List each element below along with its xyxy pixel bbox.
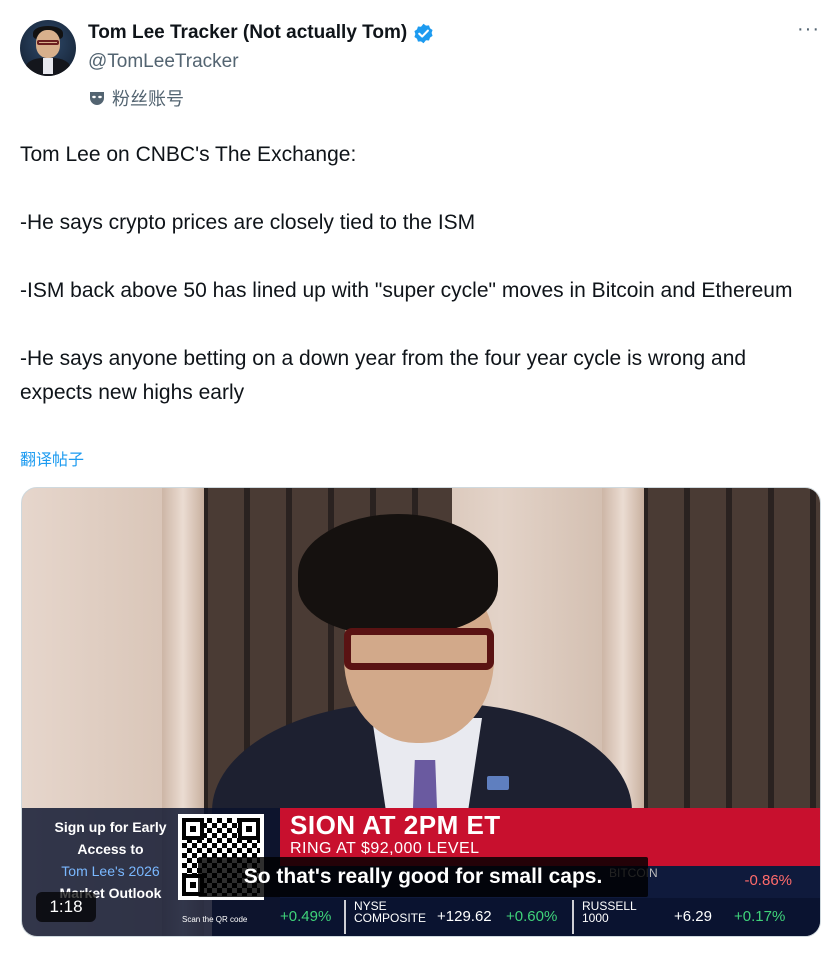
news-headline: SION AT 2PM ET: [290, 810, 501, 840]
display-name[interactable]: Tom Lee Tracker (Not actually Tom): [88, 22, 407, 44]
ticker-value-russell: +6.29: [674, 908, 712, 925]
person-hair: [298, 514, 498, 634]
lapel-pin: [487, 776, 509, 790]
news-subhead: RING AT $92,000 LEVEL: [290, 840, 480, 857]
person-glasses: [344, 628, 494, 670]
ticker-change-russell: +0.17%: [734, 908, 786, 925]
video-caption: So that's really good for small caps.: [198, 857, 648, 897]
more-options-button[interactable]: ···: [797, 18, 820, 41]
background-window: [642, 488, 820, 818]
ticker-change: +0.49%: [280, 908, 332, 925]
avatar[interactable]: [20, 20, 76, 76]
video-player[interactable]: Sign up for Early Access to Tom Lee's 20…: [21, 487, 821, 937]
fan-label-text: 粉丝账号: [112, 89, 184, 109]
promo-line: Sign up for Early Access to: [54, 819, 167, 857]
name-row: Tom Lee Tracker (Not actually Tom): [88, 22, 434, 44]
handle[interactable]: @TomLeeTracker: [88, 51, 239, 73]
mask-icon: [90, 92, 104, 105]
tweet-header: Tom Lee Tracker (Not actually Tom) @TomL…: [20, 18, 820, 113]
promo-text: Sign up for Early Access to Tom Lee's 20…: [38, 816, 183, 904]
ticker-change-nyse: +0.60%: [506, 908, 558, 925]
tweet-line: -He says crypto prices are closely tied …: [20, 211, 476, 234]
ticker-separator: [344, 900, 346, 934]
ticker-label-nyse: NYSE COMPOSITE: [354, 899, 427, 925]
tweet-line: -ISM back above 50 has lined up with "su…: [20, 279, 793, 302]
tweet-body: Tom Lee on CNBC's The Exchange: -He says…: [20, 138, 820, 410]
ticker-label-russell: RUSSELL 1000: [582, 899, 637, 925]
ticker-value-nyse: +129.62: [437, 908, 492, 925]
qr-caption: Scan the QR code: [182, 915, 248, 924]
promo-line: Tom Lee's 2026: [61, 863, 160, 879]
ticker-separator: [572, 900, 574, 934]
translate-post-link[interactable]: 翻译帖子: [20, 446, 84, 470]
tweet-line: -He says anyone betting on a down year f…: [20, 347, 747, 404]
tweet-line: Tom Lee on CNBC's The Exchange:: [20, 143, 357, 166]
fan-account-label: 粉丝账号: [88, 85, 184, 111]
verified-badge-icon: [414, 23, 433, 43]
video-time-badge: 1:18: [36, 892, 96, 922]
bitcoin-change: -0.86%: [744, 872, 792, 889]
